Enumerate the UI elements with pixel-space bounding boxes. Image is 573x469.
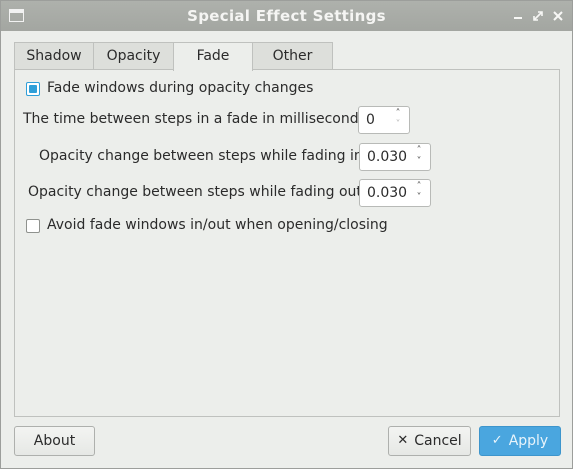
tab-other[interactable]: Other [252,42,333,70]
chevron-up-icon[interactable]: ˄ [413,146,425,156]
fade-panel: Fade windows during opacity changes The … [14,69,560,417]
apply-label: Apply [508,433,549,449]
opacity-out-label: Opacity change between steps while fadin… [28,184,362,200]
restore-icon[interactable] [529,7,547,25]
steps-time-spinbox[interactable]: 0 ˄ ˅ [358,106,410,134]
tab-shadow[interactable]: Shadow [14,42,94,70]
steps-time-value: 0 [366,112,375,128]
chevron-down-icon[interactable]: ˅ [392,120,404,130]
opacity-out-value: 0.030 [367,185,408,201]
cancel-button[interactable]: ✕ Cancel [388,426,471,456]
apply-button[interactable]: ✓ Apply [479,426,561,456]
fade-windows-label: Fade windows during opacity changes [47,80,314,96]
chevron-down-icon[interactable]: ˅ [413,193,425,203]
fade-windows-checkbox[interactable] [26,82,40,96]
opacity-in-spinbox[interactable]: 0.030 ˄ ˅ [359,143,431,171]
chevron-up-icon[interactable]: ˄ [413,182,425,192]
tab-opacity[interactable]: Opacity [93,42,174,70]
close-icon[interactable] [549,7,567,25]
opacity-in-value: 0.030 [367,149,408,165]
title-bar[interactable]: Special Effect Settings [1,1,572,31]
chevron-up-icon[interactable]: ˄ [392,109,404,119]
window-title: Special Effect Settings [187,7,386,25]
avoid-fade-checkbox[interactable] [26,219,40,233]
avoid-fade-label: Avoid fade windows in/out when opening/c… [47,217,388,233]
about-button[interactable]: About [14,426,95,456]
cancel-label: Cancel [414,433,462,449]
settings-window: Special Effect Settings Shadow Opacity F… [0,0,573,469]
checkmark-icon: ✓ [491,433,503,448]
steps-time-label: The time between steps in a fade in mill… [23,111,366,127]
minimize-icon[interactable] [509,7,527,25]
opacity-out-spinbox[interactable]: 0.030 ˄ ˅ [359,179,431,207]
opacity-in-label: Opacity change between steps while fadin… [39,148,363,164]
chevron-down-icon[interactable]: ˅ [413,157,425,167]
tab-fade[interactable]: Fade [173,42,253,71]
x-icon: ✕ [397,433,409,448]
